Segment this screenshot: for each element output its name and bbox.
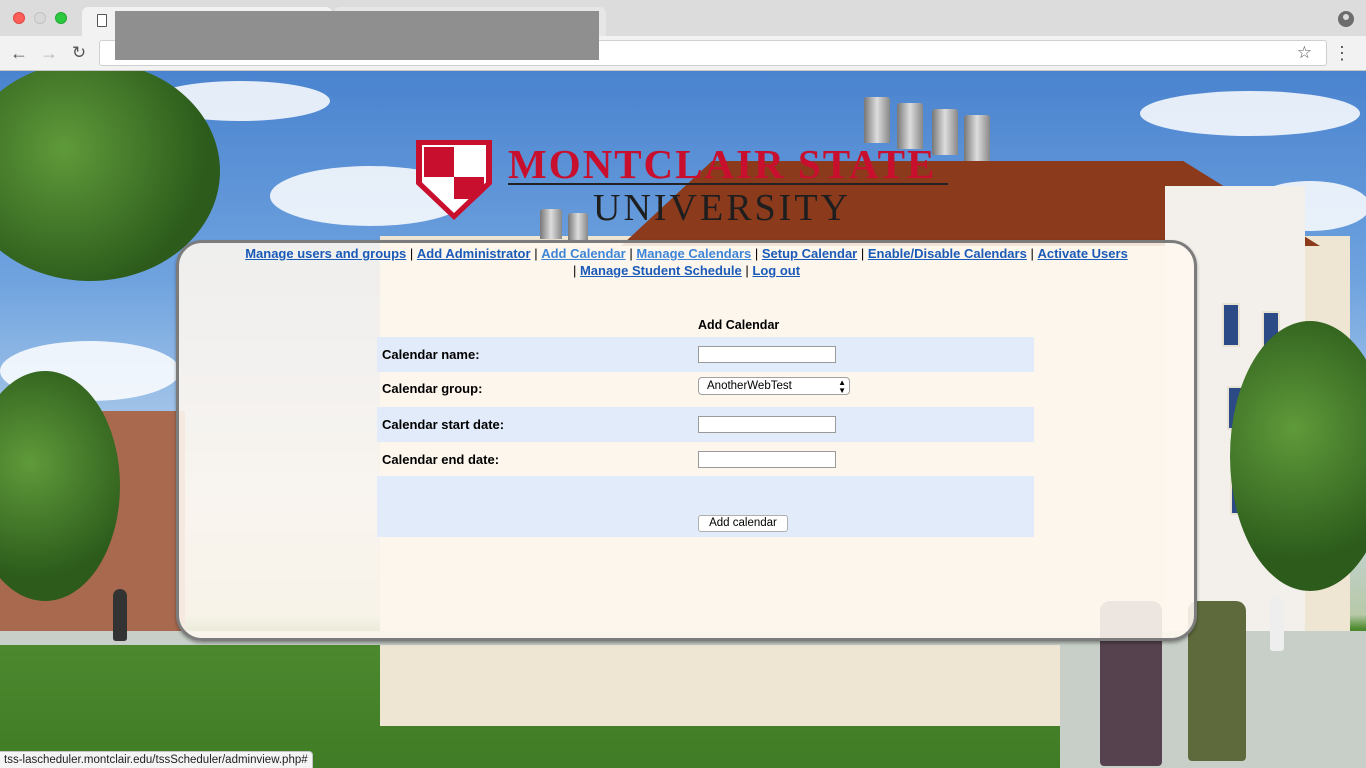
redacted-tab-area — [115, 11, 599, 60]
nav-log-out[interactable]: Log out — [752, 263, 800, 278]
close-window-icon[interactable] — [13, 12, 25, 24]
calendar-end-label: Calendar end date: — [382, 452, 500, 467]
page-icon — [97, 14, 107, 27]
back-arrow-icon[interactable]: ← — [6, 40, 32, 66]
calendar-name-label: Calendar name: — [382, 347, 480, 362]
nav-manage-calendars[interactable]: Manage Calendars — [636, 246, 751, 261]
logo-wordmark-bottom: UNIVERSITY — [593, 187, 851, 229]
nav-enable-disable-calendars[interactable]: Enable/Disable Calendars — [868, 246, 1027, 261]
calendar-start-row: Calendar start date: — [377, 407, 1034, 442]
calendar-start-input[interactable] — [698, 416, 836, 433]
reload-icon[interactable]: ↻ — [66, 40, 92, 66]
link-status-bar: tss-lascheduler.montclair.edu/tssSchedul… — [0, 751, 313, 768]
bookmark-star-icon[interactable]: ☆ — [1297, 41, 1312, 65]
calendar-group-selected: AnotherWebTest — [707, 380, 792, 392]
nav-manage-student-schedule[interactable]: Manage Student Schedule — [580, 263, 742, 278]
forward-arrow-icon[interactable]: → — [36, 40, 62, 66]
logo-wordmark-top: MONTCLAIR STATE — [508, 141, 937, 187]
shield-crest-icon — [416, 140, 492, 220]
profile-icon[interactable] — [1338, 11, 1354, 27]
form-title: Add Calendar — [698, 318, 780, 332]
nav-add-administrator[interactable]: Add Administrator — [417, 246, 531, 261]
logo-divider — [508, 183, 948, 185]
calendar-group-label: Calendar group: — [382, 381, 483, 396]
nav-setup-calendar[interactable]: Setup Calendar — [762, 246, 857, 261]
nav-manage-users-groups[interactable]: Manage users and groups — [245, 246, 406, 261]
calendar-group-row: Calendar group: AnotherWebTest ▲ ▼ — [377, 372, 1034, 407]
add-calendar-button[interactable]: Add calendar — [698, 515, 788, 532]
maximize-window-icon[interactable] — [55, 12, 67, 24]
calendar-group-select[interactable]: AnotherWebTest ▲ ▼ — [698, 377, 850, 395]
minimize-window-icon[interactable] — [34, 12, 46, 24]
calendar-name-row: Calendar name: — [377, 337, 1034, 372]
admin-nav: Manage users and groups | Add Administra… — [245, 246, 1128, 278]
select-arrows-icon: ▲ ▼ — [838, 378, 846, 395]
admin-panel: Manage users and groups | Add Administra… — [176, 240, 1197, 641]
calendar-end-row: Calendar end date: — [377, 442, 1034, 477]
calendar-end-input[interactable] — [698, 451, 836, 468]
nav-activate-users[interactable]: Activate Users — [1037, 246, 1127, 261]
nav-add-calendar[interactable]: Add Calendar — [541, 246, 626, 261]
calendar-start-label: Calendar start date: — [382, 417, 505, 432]
calendar-name-input[interactable] — [698, 346, 836, 363]
university-logo: MONTCLAIR STATE UNIVERSITY — [416, 140, 956, 230]
submit-row: Add calendar — [377, 476, 1034, 537]
browser-menu-icon[interactable]: ⋮ — [1332, 40, 1352, 66]
